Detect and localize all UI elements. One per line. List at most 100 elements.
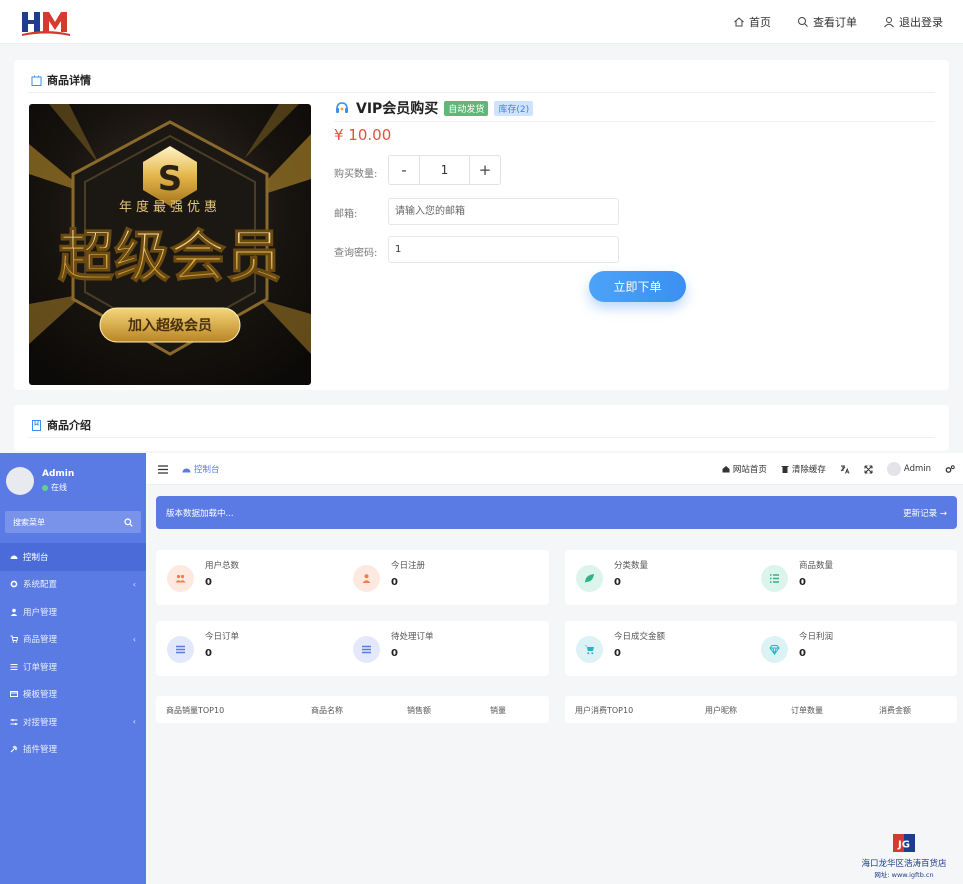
stat-value: 0 [391, 648, 398, 659]
topbar-left: 控制台 [158, 453, 220, 485]
sidebar-item-label: 模板管理 [23, 690, 58, 701]
bookmark-icon [32, 419, 41, 431]
home-icon [722, 466, 730, 473]
admin-profile: Admin 在线 [6, 467, 74, 495]
top-customers-table-header: 用户消费TOP10 用户昵称 订单数量 消费金额 [565, 696, 957, 723]
top-products-table-header: 商品销量TOP10 商品名称 销售额 销量 [156, 696, 549, 723]
product-detail-card: 商品详情 S 年度最强优惠 超级会员 加入超级会员 VIP会员购买 自动发货 库… [14, 60, 949, 390]
sidebar-item-label: 对接管理 [23, 717, 58, 728]
quantity-label: 购买数量: [334, 169, 378, 180]
svg-text:S: S [158, 159, 183, 199]
nav-home[interactable]: 首页 [733, 14, 771, 30]
leaf-icon [576, 565, 603, 592]
sidebar-item-label: 用户管理 [23, 607, 58, 618]
stat-total-users: 用户总数 0 [167, 559, 239, 592]
stat-label: 商品数量 [799, 561, 834, 571]
stat-today-orders: 今日订单 0 [167, 630, 239, 663]
divider [28, 437, 935, 438]
gear-icon [10, 580, 18, 588]
email-label: 邮箱: [334, 209, 358, 220]
product-name: VIP会员购买 [356, 101, 439, 117]
user-menu-label: Admin [903, 464, 931, 474]
product-banner: S 年度最强优惠 超级会员 加入超级会员 [29, 104, 311, 385]
cart-icon [10, 635, 18, 644]
dashboard-icon [182, 468, 191, 472]
cart-icon [576, 636, 603, 663]
quantity-plus-button[interactable]: + [470, 156, 500, 184]
product-name-row: VIP会员购买 自动发货 库存(2) [334, 98, 534, 118]
quantity-stepper: - 1 + [388, 155, 501, 185]
sidebar-item-users[interactable]: 用户管理 [0, 598, 146, 626]
stat-value: 0 [614, 648, 621, 659]
hamburger-icon[interactable] [158, 464, 168, 474]
avatar[interactable] [6, 467, 34, 495]
sidebar-item-integrations[interactable]: 对接管理 ‹ [0, 708, 146, 736]
changelog-link[interactable]: 更新记录 → [903, 507, 947, 519]
stock-badge: 库存(2) [494, 100, 534, 116]
diamond-icon [761, 636, 788, 663]
email-field[interactable] [388, 198, 619, 225]
table-header-cell: 销量 [490, 706, 506, 715]
place-order-button[interactable]: 立即下单 [589, 271, 686, 302]
sidebar-item-system-config[interactable]: 系统配置 ‹ [0, 571, 146, 599]
sidebar-item-dashboard[interactable]: 控制台 [0, 543, 146, 571]
admin-dashboard: Admin 在线 搜索菜单 控制台 系统配置 ‹ 用户管理 商品管理 ‹ 订单管… [0, 453, 963, 884]
language-button[interactable] [840, 465, 850, 474]
online-dot-icon [42, 484, 48, 491]
sidebar-item-label: 插件管理 [23, 745, 58, 756]
search-icon[interactable] [124, 517, 133, 527]
nav-home-label: 首页 [749, 16, 771, 29]
nav-orders[interactable]: 查看订单 [797, 14, 857, 30]
quantity-minus-button[interactable]: - [389, 156, 419, 184]
profile-name: Admin [42, 469, 75, 479]
divider [334, 121, 935, 122]
nav-orders-label: 查看订单 [813, 16, 857, 29]
table-header-cell: 消费金额 [879, 706, 911, 715]
fullscreen-button[interactable] [864, 465, 873, 474]
table-header-cell: 用户昵称 [705, 706, 737, 715]
tab-dashboard[interactable]: 控制台 [182, 463, 220, 475]
clear-cache-button[interactable]: 清除缓存 [781, 463, 826, 475]
sidebar-item-label: 商品管理 [23, 635, 58, 646]
store-watermark: JG 海口龙华区浩涛百货店 网址: www.igftb.cn [852, 834, 956, 879]
online-status: 在线 [42, 482, 74, 493]
intro-section-title-text: 商品介绍 [47, 419, 91, 432]
sidebar-item-label: 系统配置 [23, 580, 58, 591]
user-menu[interactable]: Admin [886, 462, 931, 476]
table-header-cell: 用户消费TOP10 [575, 706, 634, 715]
chevron-left-icon: ‹ [132, 634, 136, 644]
orders-icon [167, 636, 194, 663]
sidebar-item-orders[interactable]: 订单管理 [0, 653, 146, 681]
nav-logout[interactable]: 退出登录 [883, 14, 943, 30]
menu-search[interactable]: 搜索菜单 [5, 511, 141, 533]
stat-label: 今日成交金额 [614, 632, 666, 642]
stat-product-count: 商品数量 0 [761, 559, 833, 592]
chevron-left-icon: ‹ [132, 717, 136, 727]
gears-icon [945, 464, 955, 473]
settings-button[interactable] [945, 464, 955, 474]
user-icon [353, 565, 380, 592]
table-header-cell: 商品名称 [311, 706, 343, 715]
query-password-field[interactable] [388, 236, 619, 263]
divider [28, 92, 935, 93]
table-header-cell: 订单数量 [791, 706, 823, 715]
menu-search-label: 搜索菜单 [13, 517, 45, 527]
query-password-label: 查询密码: [334, 248, 378, 259]
stat-today-registrations: 今日注册 0 [353, 559, 425, 592]
table-header-cell: 销售额 [407, 706, 431, 715]
product-price: ¥ 10.00 [334, 126, 392, 144]
product-intro-card: 商品介绍 [14, 405, 949, 451]
site-logo[interactable] [20, 6, 72, 38]
sidebar-menu: 控制台 系统配置 ‹ 用户管理 商品管理 ‹ 订单管理 模板管理 对接管理 ‹ … [0, 543, 146, 763]
quantity-value[interactable]: 1 [419, 156, 470, 184]
sidebar-item-plugins[interactable]: 插件管理 [0, 736, 146, 764]
site-home-link[interactable]: 网站首页 [722, 463, 767, 475]
list-icon [761, 565, 788, 592]
stat-value: 0 [614, 577, 621, 588]
store-name: 海口龙华区浩涛百货店 [861, 859, 947, 869]
sliders-icon [10, 718, 18, 725]
store-url: 网址: www.igftb.cn [874, 871, 934, 879]
detail-section-title: 商品详情 [30, 72, 91, 88]
sidebar-item-templates[interactable]: 模板管理 [0, 681, 146, 709]
sidebar-item-products[interactable]: 商品管理 ‹ [0, 626, 146, 654]
